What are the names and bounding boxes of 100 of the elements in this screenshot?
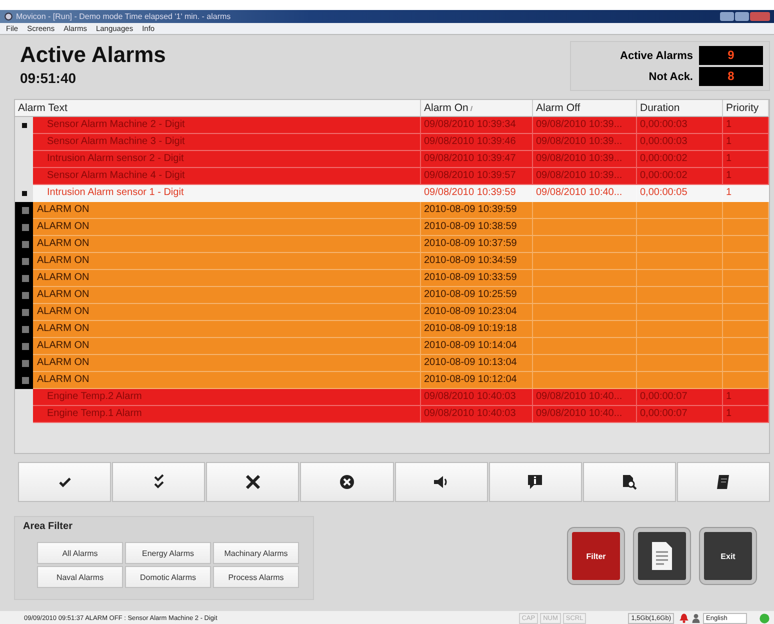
table-cell: 2010-08-09 10:25:59 (421, 287, 533, 304)
expand-icon[interactable] (22, 360, 29, 367)
table-cell: 0,00:00:03 (637, 117, 723, 134)
table-cell: 1 (723, 406, 769, 423)
table-cell: 1 (723, 151, 769, 168)
toolbar-button[interactable] (206, 462, 300, 502)
page-title: Active Alarms (20, 43, 166, 67)
minimize-button[interactable] (720, 12, 734, 21)
table-cell: 1 (723, 117, 769, 134)
event-text-cell: ALARM ON (33, 253, 421, 270)
area-button[interactable]: Naval Alarms (37, 566, 123, 588)
table-cell: 2010-08-09 10:14:04 (421, 338, 533, 355)
toolbar-button[interactable] (676, 462, 770, 502)
table-cell (723, 355, 769, 372)
table-cell: 09/08/2010 10:40... (533, 185, 637, 202)
report-button[interactable] (634, 528, 690, 584)
area-button[interactable]: Process Alarms (213, 566, 299, 588)
table-cell (723, 321, 769, 338)
table-cell (723, 304, 769, 321)
expand-icon[interactable] (22, 224, 29, 231)
toolbar-button[interactable] (582, 462, 676, 502)
event-text-cell: ALARM ON (33, 355, 421, 372)
toolbar-button[interactable] (300, 462, 394, 502)
table-cell: 1 (723, 134, 769, 151)
search-icon (621, 474, 638, 490)
column-header[interactable]: Duration (637, 100, 723, 117)
expand-icon[interactable] (22, 241, 29, 248)
table-cell: 09/08/2010 10:40... (533, 406, 637, 423)
close-button[interactable] (750, 12, 770, 21)
table-cell: 2010-08-09 10:12:04 (421, 372, 533, 389)
table-cell: 09/08/2010 10:39:34 (421, 117, 533, 134)
table-cell: 0,00:00:05 (637, 185, 723, 202)
table-cell: 09/08/2010 10:39:47 (421, 151, 533, 168)
table-cell: 09/08/2010 10:39... (533, 168, 637, 185)
area-button[interactable]: Energy Alarms (125, 542, 211, 564)
event-text-cell: ALARM ON (33, 219, 421, 236)
expand-icon[interactable] (22, 309, 29, 316)
column-header[interactable]: Alarm On (421, 100, 533, 117)
table-cell: 1 (723, 185, 769, 202)
speaker-icon (433, 474, 450, 490)
clock-time: 09:51:40 (20, 70, 78, 86)
close-icon (244, 474, 261, 490)
table-cell: 2010-08-09 10:33:59 (421, 270, 533, 287)
event-text-cell: ALARM ON (33, 270, 421, 287)
table-cell: 1 (723, 168, 769, 185)
expand-icon[interactable] (22, 292, 29, 299)
table-cell (723, 338, 769, 355)
action-button[interactable]: Filter (568, 528, 624, 584)
area-button[interactable]: All Alarms (37, 542, 123, 564)
table-cell (723, 253, 769, 270)
event-text-cell: ALARM ON (33, 338, 421, 355)
table-cell: 09/08/2010 10:40... (533, 389, 637, 406)
action-button[interactable]: Exit (700, 528, 756, 584)
table-cell: 0,00:00:02 (637, 168, 723, 185)
panel-title: Area Filter (23, 521, 74, 532)
table-cell (723, 236, 769, 253)
table-cell: 09/08/2010 10:39... (533, 134, 637, 151)
area-button[interactable]: Domotic Alarms (125, 566, 211, 588)
counter-label: Active Alarms (619, 50, 693, 62)
maximize-button[interactable] (735, 12, 749, 21)
counter-label: Not Ack. (648, 70, 693, 82)
event-text-cell: ALARM ON (33, 236, 421, 253)
column-header[interactable]: Alarm Off (533, 100, 637, 117)
table-cell: 09/08/2010 10:39:57 (421, 168, 533, 185)
cancel-icon (338, 474, 355, 490)
table-cell: 2010-08-09 10:39:59 (421, 202, 533, 219)
table-cell (723, 287, 769, 304)
event-text-cell: ALARM ON (33, 372, 421, 389)
notes-icon (715, 474, 732, 490)
counter-value: 8 (699, 67, 763, 86)
table-cell: 09/08/2010 10:40:03 (421, 406, 533, 423)
toolbar-button[interactable] (488, 462, 582, 502)
table-cell: 09/08/2010 10:39... (533, 151, 637, 168)
alarm-text-cell[interactable]: Intrusion Alarm sensor 1 - Digit (33, 185, 421, 202)
table-cell: 0,00:00:03 (637, 134, 723, 151)
app-icon (4, 12, 13, 21)
expand-icon[interactable] (22, 275, 29, 282)
table-cell: 1 (723, 389, 769, 406)
expand-icon[interactable] (22, 258, 29, 265)
column-header[interactable]: Alarm Text (15, 100, 421, 117)
table-cell: 2010-08-09 10:38:59 (421, 219, 533, 236)
table-cell: 2010-08-09 10:23:04 (421, 304, 533, 321)
table-cell: 2010-08-09 10:37:59 (421, 236, 533, 253)
info-icon (527, 474, 544, 490)
table-cell: 0,00:00:07 (637, 406, 723, 423)
expand-icon[interactable] (22, 377, 29, 384)
expand-icon[interactable] (22, 207, 29, 214)
table-cell (723, 219, 769, 236)
user-icon (691, 613, 701, 623)
event-text-cell: ALARM ON (33, 304, 421, 321)
table-cell: 09/08/2010 10:39:59 (421, 185, 533, 202)
table-cell: 09/08/2010 10:40:03 (421, 389, 533, 406)
area-button[interactable]: Machinary Alarms (213, 542, 299, 564)
expand-icon[interactable] (22, 326, 29, 333)
expand-icon[interactable] (22, 343, 29, 350)
table-cell (723, 202, 769, 219)
table-cell: 2010-08-09 10:19:18 (421, 321, 533, 338)
status-dot-icon (759, 612, 770, 624)
column-header[interactable]: Priority (723, 100, 769, 117)
counter-value: 9 (699, 46, 763, 65)
